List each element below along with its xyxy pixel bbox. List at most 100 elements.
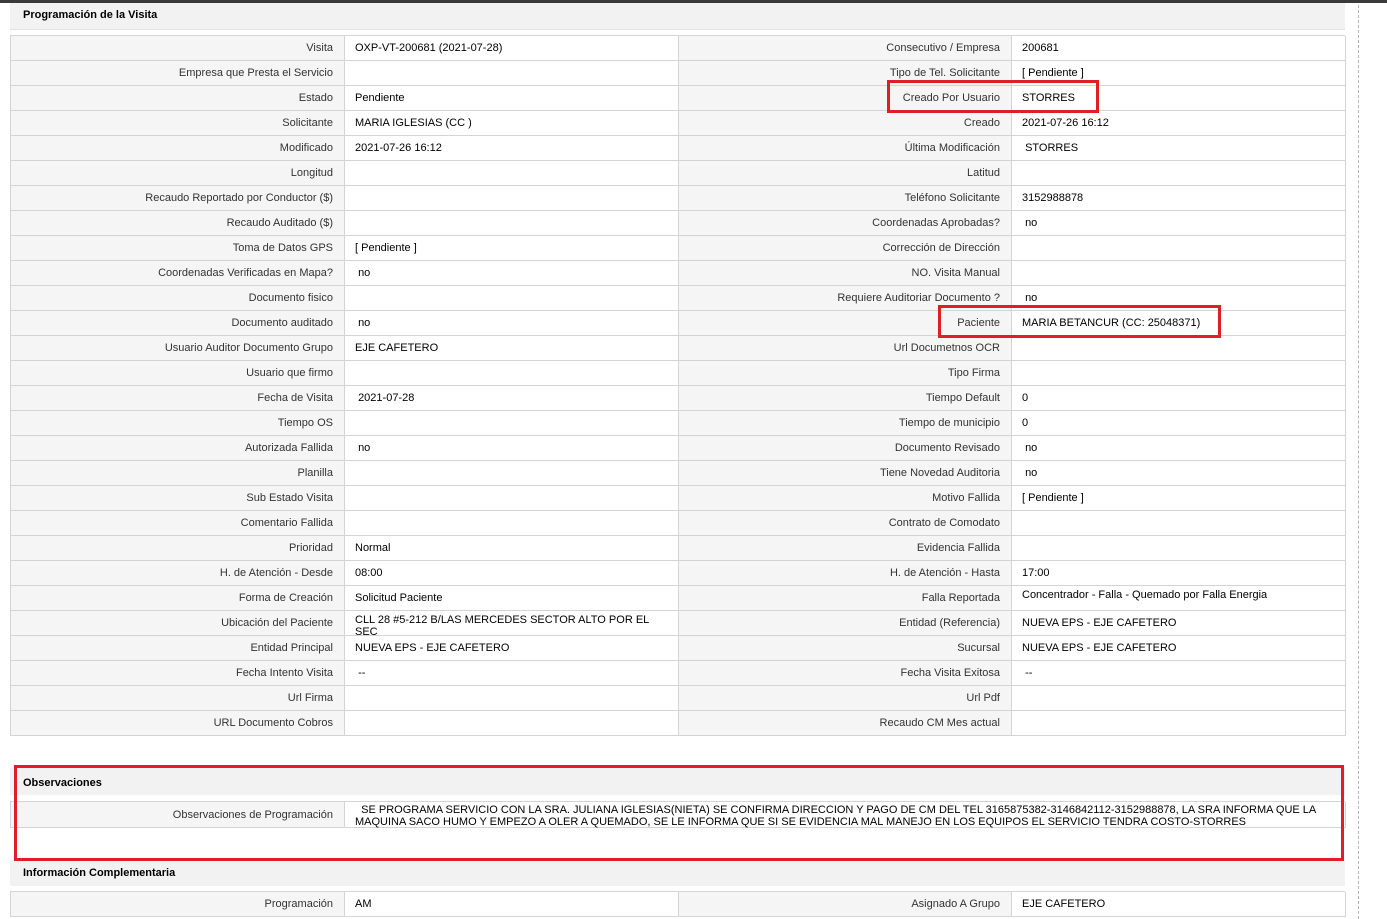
paciente-value: MARIA BETANCUR (CC: 25048371) (1012, 311, 1346, 336)
comentario-fallida-label: Comentario Fallida (11, 511, 345, 536)
programacion-table: Visita OXP-VT-200681 (2021-07-28) Consecut… (10, 35, 1346, 736)
tiene-novedad-auditoria-value: no (1012, 461, 1346, 486)
url-documetnos-ocr-value (1012, 336, 1346, 361)
url-documento-cobros-value (345, 711, 679, 736)
programacion-label: Programación (11, 892, 345, 917)
evidencia-fallida-value (1012, 536, 1346, 561)
no-visita-manual-label: NO. Visita Manual (679, 261, 1012, 286)
recaudo-auditado-label: Recaudo Auditado ($) (11, 211, 345, 236)
entidad-referencia-label: Entidad (Referencia) (679, 611, 1012, 636)
recaudo-reportado-por-conductor-value (345, 186, 679, 211)
sucursal-label: Sucursal (679, 636, 1012, 661)
empresa-que-presta-el-servicio-value (345, 61, 679, 86)
section-title-observaciones: Observaciones (10, 768, 1345, 795)
fecha-visita-exitosa-label: Fecha Visita Exitosa (679, 661, 1012, 686)
tipo-firma-label: Tipo Firma (679, 361, 1012, 386)
fecha-intento-visita-label: Fecha Intento Visita (11, 661, 345, 686)
ubicacion-del-paciente-label: Ubicación del Paciente (11, 611, 345, 636)
contrato-de-comodato-value (1012, 511, 1346, 536)
visit-detail-panel: Programación de la Visita Visita OXP-VT-2… (10, 3, 1346, 917)
motivo-fallida-label: Motivo Fallida (679, 486, 1012, 511)
sucursal-value: NUEVA EPS - EJE CAFETERO (1012, 636, 1346, 661)
no-visita-manual-value (1012, 261, 1346, 286)
correccion-de-direccion-value (1012, 236, 1346, 261)
h-de-atencion-hasta-value: 17:00 (1012, 561, 1346, 586)
entidad-principal-value: NUEVA EPS - EJE CAFETERO (345, 636, 679, 661)
url-firma-label: Url Firma (11, 686, 345, 711)
autorizada-fallida-label: Autorizada Fallida (11, 436, 345, 461)
usuario-auditor-documento-grupo-label: Usuario Auditor Documento Grupo (11, 336, 345, 361)
toma-de-datos-gps-value: [ Pendiente ] (345, 236, 679, 261)
url-documetnos-ocr-label: Url Documetnos OCR (679, 336, 1012, 361)
asignado-a-grupo-value: EJE CAFETERO (1012, 892, 1346, 917)
latitud-value (1012, 161, 1346, 186)
tiempo-default-value: 0 (1012, 386, 1346, 411)
ubicacion-del-paciente-value: CLL 28 #5-212 B/LAS MERCEDES SECTOR ALTO… (345, 611, 679, 638)
telefono-solicitante-value: 3152988878 (1012, 186, 1346, 211)
telefono-solicitante-label: Teléfono Solicitante (679, 186, 1012, 211)
forma-de-creacion-value: Solicitud Paciente (345, 586, 679, 611)
longitud-value (345, 161, 679, 186)
recaudo-cm-mes-actual-value (1012, 711, 1346, 736)
ultima-modificacion-label: Última Modificación (679, 136, 1012, 161)
fecha-de-visita-label: Fecha de Visita (11, 386, 345, 411)
usuario-auditor-documento-grupo-value: EJE CAFETERO (345, 336, 679, 361)
solicitante-label: Solicitante (11, 111, 345, 136)
empresa-que-presta-el-servicio-label: Empresa que Presta el Servicio (11, 61, 345, 86)
creado-por-usuario-value: STORRES (1012, 86, 1346, 111)
sub-estado-visita-value (345, 486, 679, 511)
fecha-de-visita-value: 2021-07-28 (345, 386, 679, 411)
estado-label: Estado (11, 86, 345, 111)
planilla-label: Planilla (11, 461, 345, 486)
modificado-label: Modificado (11, 136, 345, 161)
creado-por-usuario-label: Creado Por Usuario (679, 86, 1012, 111)
section-title-complementaria: Información Complementaria (10, 860, 1345, 886)
url-pdf-label: Url Pdf (679, 686, 1012, 711)
coordenadas-aprobadas-value: no (1012, 211, 1346, 236)
h-de-atencion-desde-value: 08:00 (345, 561, 679, 586)
tiempo-de-municipio-label: Tiempo de municipio (679, 411, 1012, 436)
h-de-atencion-hasta-label: H. de Atención - Hasta (679, 561, 1012, 586)
url-firma-value (345, 686, 679, 711)
programacion-value: AM (345, 892, 679, 917)
tiempo-os-label: Tiempo OS (11, 411, 345, 436)
prioridad-value: Normal (345, 536, 679, 561)
tiempo-de-municipio-value: 0 (1012, 411, 1346, 436)
tipo-de-tel-solicitante-label: Tipo de Tel. Solicitante (679, 61, 1012, 86)
fecha-visita-exitosa-value: -- (1012, 661, 1346, 686)
evidencia-fallida-label: Evidencia Fallida (679, 536, 1012, 561)
documento-revisado-label: Documento Revisado (679, 436, 1012, 461)
autorizada-fallida-value: no (345, 436, 679, 461)
falla-reportada-label: Falla Reportada (679, 586, 1012, 611)
page-divider (1358, 5, 1359, 919)
planilla-value (345, 461, 679, 486)
correccion-de-direccion-label: Corrección de Dirección (679, 236, 1012, 261)
visita-label: Visita (11, 36, 345, 61)
requiere-auditoriar-documento-value: no (1012, 286, 1346, 311)
latitud-label: Latitud (679, 161, 1012, 186)
paciente-label: Paciente (679, 311, 1012, 336)
coordenadas-aprobadas-label: Coordenadas Aprobadas? (679, 211, 1012, 236)
recaudo-auditado-value (345, 211, 679, 236)
tipo-firma-value (1012, 361, 1346, 386)
modificado-value: 2021-07-26 16:12 (345, 136, 679, 161)
observaciones-row: Observaciones de Programación SE PROGRAM… (10, 801, 1346, 828)
complementaria-table: Programación AM Asignado A Grupo EJE CAFETE… (10, 891, 1346, 917)
prioridad-label: Prioridad (11, 536, 345, 561)
h-de-atencion-desde-label: H. de Atención - Desde (11, 561, 345, 586)
creado-label: Creado (679, 111, 1012, 136)
comentario-fallida-value (345, 511, 679, 536)
documento-fisico-value (345, 286, 679, 311)
asignado-a-grupo-label: Asignado A Grupo (679, 892, 1012, 917)
solicitante-value: MARIA IGLESIAS (CC ) (345, 111, 679, 136)
url-documento-cobros-label: URL Documento Cobros (11, 711, 345, 736)
consecutivo-empresa-label: Consecutivo / Empresa (679, 36, 1012, 61)
consecutivo-empresa-value: 200681 (1012, 36, 1346, 61)
toma-de-datos-gps-label: Toma de Datos GPS (11, 236, 345, 261)
ultima-modificacion-value: STORRES (1012, 136, 1346, 161)
documento-fisico-label: Documento fisico (11, 286, 345, 311)
observaciones-label: Observaciones de Programación (11, 802, 345, 828)
motivo-fallida-value: [ Pendiente ] (1012, 486, 1346, 511)
tipo-de-tel-solicitante-value: [ Pendiente ] (1012, 61, 1346, 86)
tiempo-os-value (345, 411, 679, 436)
